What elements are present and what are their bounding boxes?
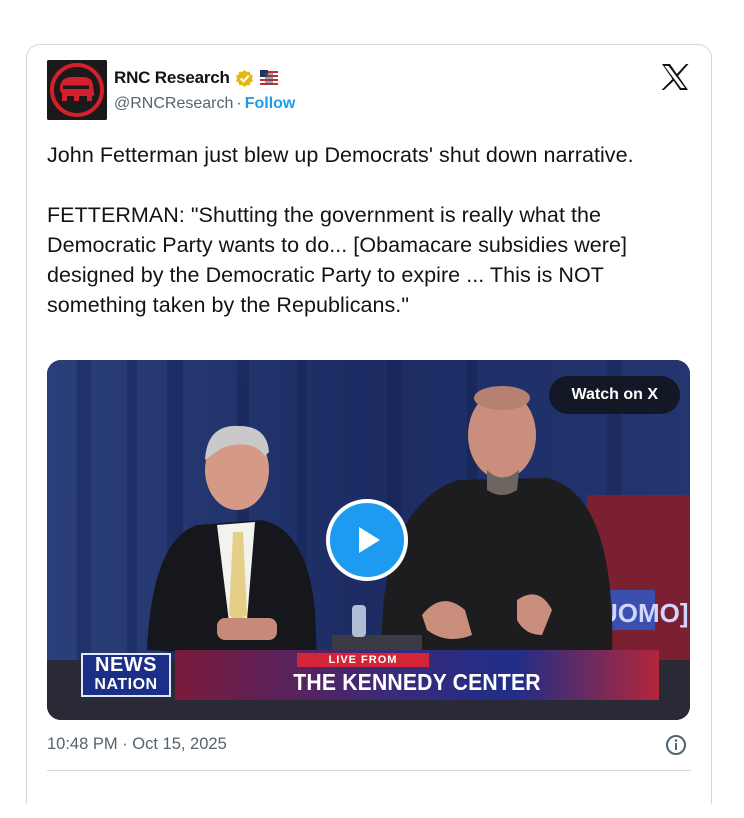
live-from-tag: LIVE FROM xyxy=(297,653,429,667)
footer-divider xyxy=(47,770,691,771)
news-logo-line1: NEWS xyxy=(95,654,157,676)
republican-elephant-logo-icon xyxy=(47,60,107,120)
watch-on-x-button[interactable]: Watch on X xyxy=(549,376,680,414)
play-icon xyxy=(359,527,380,553)
author-handle[interactable]: @RNCResearch xyxy=(114,95,233,113)
follow-button[interactable]: Follow xyxy=(245,95,296,113)
gold-verified-badge-icon xyxy=(235,69,253,87)
tweet-text: John Fetterman just blew up Democrats' s… xyxy=(47,143,634,317)
video-player[interactable]: UOMO] NEWS NATION LIVE FROM THE KENNEDY … xyxy=(47,360,690,720)
separator-dot: · xyxy=(236,95,242,112)
author-handle-row: @RNCResearch · Follow xyxy=(114,95,295,113)
backdrop-text: UOMO] xyxy=(599,598,689,628)
author-name-row: RNC Research xyxy=(114,66,279,90)
affiliate-flag-badge-icon xyxy=(258,69,279,87)
news-logo-line2: NATION xyxy=(94,675,158,694)
news-nation-logo: NEWS NATION xyxy=(81,653,171,697)
tweet-timestamp[interactable]: 10:48 PM · Oct 15, 2025 xyxy=(47,735,227,754)
info-icon[interactable] xyxy=(665,734,687,756)
play-button[interactable] xyxy=(326,499,408,581)
author-display-name[interactable]: RNC Research xyxy=(114,68,230,88)
x-logo-icon[interactable] xyxy=(660,63,690,91)
kennedy-center-banner-text: THE KENNEDY CENTER xyxy=(293,669,541,695)
author-avatar[interactable] xyxy=(47,60,107,120)
